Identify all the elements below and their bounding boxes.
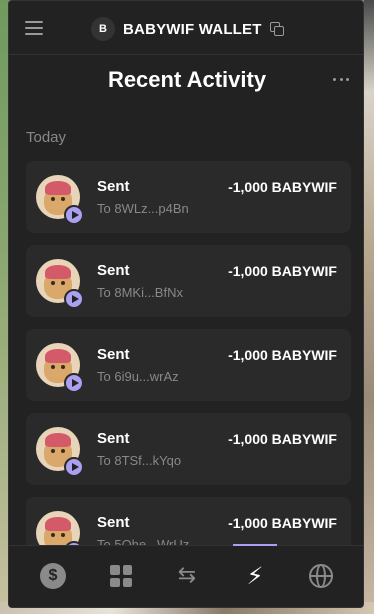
activity-item[interactable]: Sent To 8WLz...p4Bn -1,000 BABYWIF <box>26 161 351 233</box>
activity-amount: -1,000 BABYWIF <box>228 179 337 195</box>
nav-swap[interactable]: ⇆ <box>173 562 201 590</box>
copy-icon[interactable] <box>269 22 284 36</box>
globe-icon <box>309 564 333 588</box>
lightning-bolt-icon: ⚡ <box>246 562 264 590</box>
wallet-name: BABYWIF WALLET <box>123 20 262 38</box>
activity-recipient: To 8MKi...BfNx <box>97 285 183 300</box>
activity-item[interactable]: Sent To 6i9u...wrAz -1,000 BABYWIF <box>26 329 351 401</box>
activity-type: Sent <box>97 346 130 363</box>
section-label-today: Today <box>26 129 67 146</box>
activity-recipient: To 6i9u...wrAz <box>97 369 179 384</box>
activity-amount: -1,000 BABYWIF <box>228 431 337 447</box>
top-bar: B BABYWIF WALLET <box>9 1 363 55</box>
hamburger-menu-icon[interactable] <box>25 21 43 35</box>
nav-explore[interactable] <box>307 562 335 590</box>
nav-tokens[interactable]: $ <box>39 562 67 590</box>
activity-amount: -1,000 BABYWIF <box>228 263 337 279</box>
swap-icon: ⇆ <box>177 563 197 588</box>
sent-arrow-icon <box>64 289 84 309</box>
more-options-icon[interactable] <box>333 73 349 85</box>
nav-activity[interactable]: ⚡ <box>241 562 269 590</box>
activity-amount: -1,000 BABYWIF <box>228 515 337 531</box>
active-tab-indicator <box>233 544 277 546</box>
activity-item[interactable]: Sent To 8MKi...BfNx -1,000 BABYWIF <box>26 245 351 317</box>
wallet-selector[interactable]: B BABYWIF WALLET <box>91 17 284 41</box>
activity-recipient: To 8TSf...kYqo <box>97 453 182 468</box>
activity-type: Sent <box>97 430 130 447</box>
sent-arrow-icon <box>64 373 84 393</box>
sent-arrow-icon <box>64 205 84 225</box>
dollar-icon: $ <box>40 563 66 589</box>
activity-type: Sent <box>97 514 130 531</box>
activity-type: Sent <box>97 178 130 195</box>
wallet-popup: B BABYWIF WALLET Recent Activity Today S… <box>8 0 364 608</box>
nav-collectibles[interactable] <box>107 562 135 590</box>
grid-icon <box>110 565 132 587</box>
page-title: Recent Activity <box>107 67 267 92</box>
activity-type: Sent <box>97 262 130 279</box>
activity-item[interactable]: Sent To 8TSf...kYqo -1,000 BABYWIF <box>26 413 351 485</box>
activity-amount: -1,000 BABYWIF <box>228 347 337 363</box>
background-page-left <box>0 0 8 614</box>
background-page-right <box>364 0 374 614</box>
bottom-nav: $ ⇆ ⚡ <box>9 544 363 607</box>
sent-arrow-icon <box>64 457 84 477</box>
activity-recipient: To 8WLz...p4Bn <box>97 201 189 216</box>
wallet-avatar: B <box>91 17 115 41</box>
